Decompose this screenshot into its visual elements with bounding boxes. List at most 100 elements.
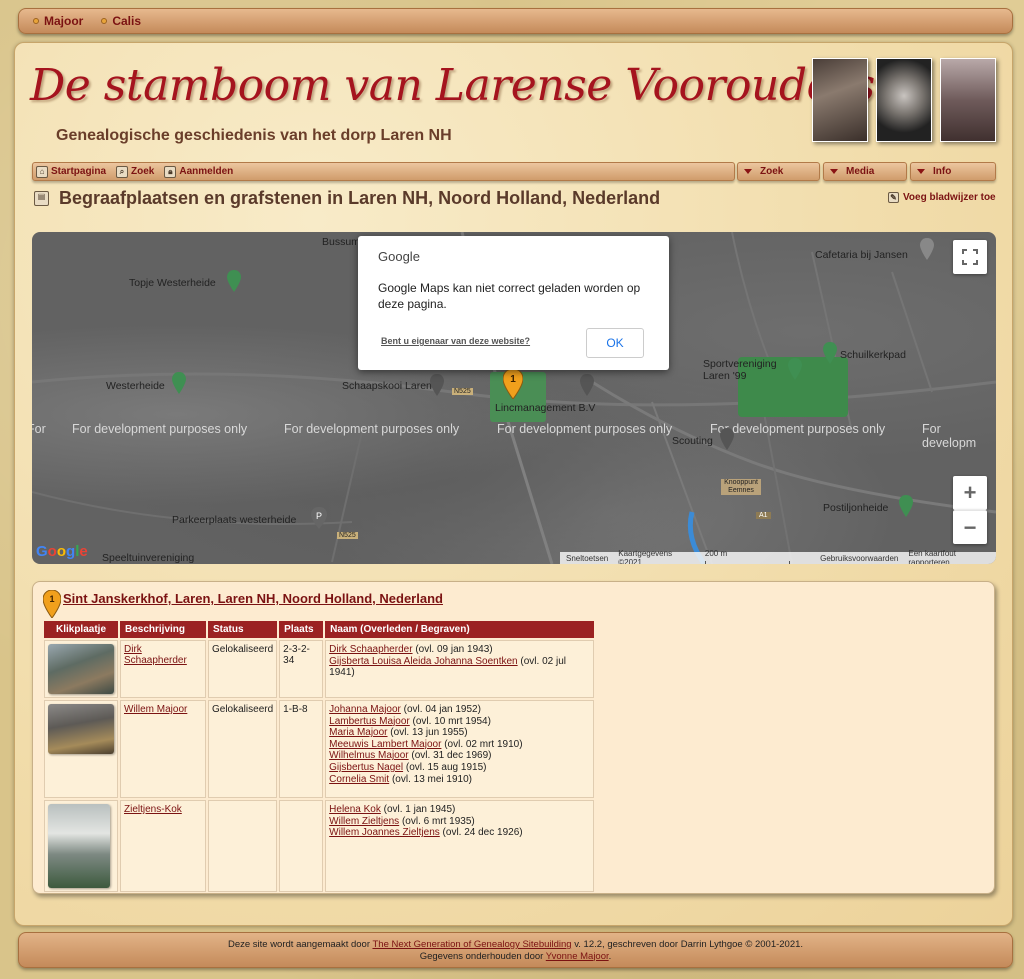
person-link[interactable]: Wilhelmus Majoor — [329, 750, 408, 761]
terms-link[interactable]: Gebruiksvoorwaarden — [820, 554, 898, 563]
nav-search-link[interactable]: ⌕ Zoek — [116, 165, 154, 178]
list-item: Meeuwis Lambert Majoor (ovl. 02 mrt 1910… — [329, 739, 590, 751]
person-link[interactable]: Maria Majoor — [329, 727, 387, 738]
cemetery-title-link[interactable]: Sint Janskerkhof, Laren, Laren NH, Noord… — [63, 591, 443, 606]
place-scouting: Scouting — [672, 435, 713, 447]
footer-text: Deze site wordt aangemaakt door — [227, 939, 371, 950]
fullscreen-button[interactable] — [953, 240, 987, 274]
map-data-label: Kaartgegevens ©2021 — [618, 549, 673, 564]
thumbnail-cell — [44, 640, 118, 698]
graves-table: Klikplaatje Beschrijving Status Plaats N… — [42, 619, 596, 894]
list-item: Gijsberta Louisa Aleida Johanna Soentken… — [329, 656, 590, 679]
column-header: Plaats — [279, 621, 324, 638]
place-pin-icon — [720, 428, 734, 450]
nav-login-link[interactable]: 🔒︎ Aanmelden — [164, 165, 234, 178]
death-date: (ovl. 24 dec 1926) — [442, 827, 523, 839]
zoom-in-button[interactable]: + — [953, 476, 987, 510]
zoom-in-icon: + — [963, 480, 977, 505]
place-knooppunt: Knooppunt Eemnes — [721, 479, 761, 495]
status-cell — [208, 800, 278, 892]
death-date: (ovl. 04 jan 1952) — [403, 704, 481, 715]
dev-watermark: For development purposes only — [284, 422, 460, 436]
header-photos — [812, 58, 996, 142]
column-header: Klikplaatje — [44, 621, 118, 638]
description-link[interactable]: Zieltjens-Kok — [124, 804, 182, 815]
topbar-link-label: Calis — [112, 14, 142, 28]
footer: Deze site wordt aangemaakt door The Next… — [18, 932, 1013, 968]
person-link[interactable]: Willem Joannes Zieltjens — [329, 827, 440, 838]
nav-right: Zoek Media Info — [737, 162, 996, 181]
death-date: (ovl. 02 mrt 1910) — [444, 738, 523, 750]
place-speeltuin: Speeltuinvereniging — [102, 552, 195, 564]
report-map-error-link[interactable]: Een kaartfout rapporteren — [908, 549, 996, 564]
names-cell: Helena Kok (ovl. 1 jan 1945) Willem Ziel… — [325, 800, 594, 892]
nav-menu-label: Info — [933, 166, 952, 177]
tng-link[interactable]: The Next Generation of Genealogy Sitebui… — [372, 939, 571, 950]
map-view[interactable]: Topje Westerheide Westerheide Schaapskoo… — [32, 232, 996, 564]
dialog-ok-button[interactable]: OK — [586, 328, 644, 358]
grave-thumbnail[interactable] — [48, 704, 114, 754]
google-logo[interactable]: Google — [36, 543, 88, 560]
person-link[interactable]: Cornelia Smit — [329, 774, 389, 785]
place-sportvereniging: Sportvereniging Laren '99 — [703, 358, 777, 382]
place-postiljonheide: Postiljonheide — [823, 502, 889, 514]
dev-watermark: For developm — [922, 422, 977, 450]
bookmark-link[interactable]: ✎ Voeg bladwijzer toe — [888, 192, 996, 203]
map-attribution: Sneltoetsen Kaartgegevens ©2021 200 m Ge… — [560, 549, 996, 564]
column-header: Beschrijving — [120, 621, 206, 638]
death-date: (ovl. 13 mei 1910) — [391, 773, 473, 785]
nav-menu-info[interactable]: Info — [910, 162, 996, 181]
dialog-google-label: Google — [378, 249, 420, 264]
zoom-out-button[interactable]: − — [953, 510, 987, 544]
search-icon: ⌕ — [116, 165, 129, 178]
road-label: A1 — [756, 512, 771, 519]
list-item: Maria Majoor (ovl. 13 jun 1955) — [329, 727, 590, 739]
park-pin-icon — [788, 358, 802, 380]
table-row: Willem Majoor Gelokaliseerd 1-B-8 Johann… — [44, 700, 594, 798]
site-title[interactable]: De stamboom van Larense Voorouders — [30, 60, 875, 111]
grave-thumbnail[interactable] — [48, 804, 110, 888]
nav-bar: ⌂ Startpagina ⌕ Zoek 🔒︎ Aanmelden Zoek M… — [32, 162, 996, 182]
person-link[interactable]: Johanna Majoor — [329, 704, 401, 715]
place-westerheide: Westerheide — [106, 380, 165, 392]
nav-menu-zoek[interactable]: Zoek — [737, 162, 820, 181]
nav-home-link[interactable]: ⌂ Startpagina — [36, 165, 106, 178]
topbar-link-calis[interactable]: Calis — [101, 14, 141, 28]
dropdown-arrow-icon — [917, 169, 925, 174]
cemetery-icon: ▤ — [34, 191, 49, 206]
place-lincmanagement: Lincmanagement B.V — [495, 402, 596, 414]
person-link[interactable]: Willem Zieltjens — [329, 816, 399, 827]
topbar-link-majoor[interactable]: Majoor — [33, 14, 83, 28]
cemetery-marker-icon[interactable]: 1 — [503, 369, 523, 399]
death-date: (ovl. 13 jun 1955) — [390, 727, 468, 739]
person-link[interactable]: Dirk Schaapherder — [329, 644, 412, 655]
person-link[interactable]: Lambertus Majoor — [329, 716, 410, 727]
nav-menu-label: Zoek — [760, 166, 784, 177]
person-link[interactable]: Meeuwis Lambert Majoor — [329, 739, 441, 750]
death-date: (ovl. 15 aug 1915) — [405, 761, 487, 773]
park-pin-icon — [172, 372, 186, 394]
nav-menu-media[interactable]: Media — [823, 162, 907, 181]
person-link[interactable]: Gijsbertus Nagel — [329, 762, 403, 773]
dialog-owner-link[interactable]: Bent u eigenaar van deze website? — [381, 336, 530, 346]
maintainer-link[interactable]: Yvonne Majoor — [546, 951, 609, 962]
marker-number: 1 — [510, 374, 516, 385]
death-date: (ovl. 1 jan 1945) — [383, 804, 456, 815]
park-pin-icon — [899, 495, 913, 517]
person-link[interactable]: Helena Kok — [329, 804, 381, 815]
person-link[interactable]: Gijsberta Louisa Aleida Johanna Soentken — [329, 656, 517, 667]
thumbnail-cell — [44, 700, 118, 798]
list-item: Lambertus Majoor (ovl. 10 mrt 1954) — [329, 716, 590, 728]
description-link[interactable]: Willem Majoor — [124, 704, 187, 715]
description-link[interactable]: Dirk Schaapherder — [124, 644, 187, 666]
zoom-out-icon: − — [963, 514, 977, 540]
park-pin-icon — [227, 270, 241, 292]
top-bar: Majoor Calis — [18, 8, 1013, 34]
restaurant-pin-icon — [920, 238, 934, 260]
place-schaapskooi: Schaapskooi Laren — [342, 380, 432, 392]
grave-thumbnail[interactable] — [48, 644, 114, 694]
list-item: Willem Zieltjens (ovl. 6 mrt 1935) — [329, 816, 590, 828]
cemetery-number: 1 — [49, 594, 54, 604]
nav-label: Aanmelden — [179, 166, 234, 177]
keyboard-shortcuts-link[interactable]: Sneltoetsen — [566, 554, 608, 563]
